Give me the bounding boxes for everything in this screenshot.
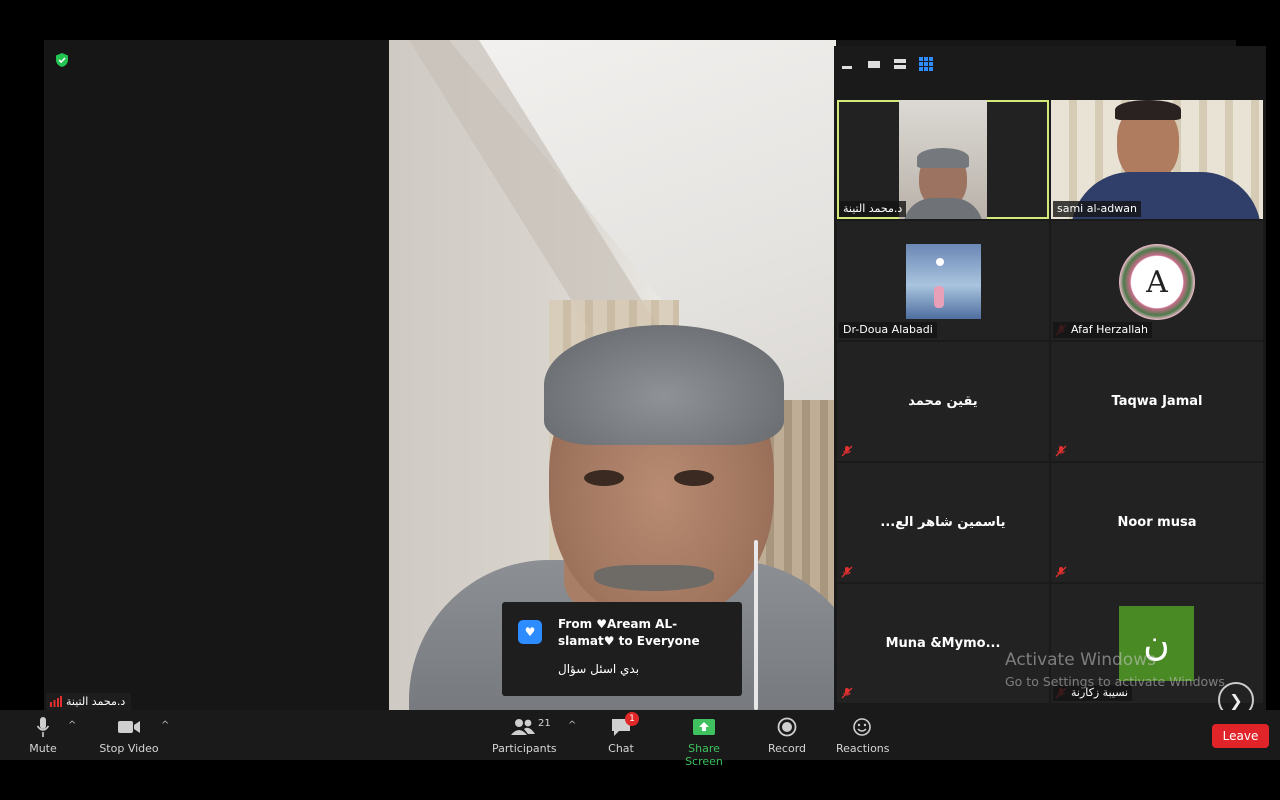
participant-tile[interactable]: ...ياسمين شاهر الع: [837, 463, 1049, 582]
audio-options-caret[interactable]: ^: [68, 720, 76, 731]
minimize-icon[interactable]: [840, 56, 856, 70]
share-screen-label: Share Screen: [685, 742, 723, 768]
reactions-icon: [853, 718, 871, 736]
audio-level-icon: [50, 696, 62, 707]
microphone-icon: [36, 717, 50, 737]
stop-video-button[interactable]: Stop Video: [98, 716, 160, 755]
participant-tile[interactable]: A Afaf Herzallah: [1051, 221, 1263, 340]
reactions-label: Reactions: [836, 742, 890, 755]
participants-label: Participants: [492, 742, 557, 755]
participant-name: Dr-Doua Alabadi: [839, 322, 937, 338]
participant-name: sami al-adwan: [1053, 201, 1141, 217]
mute-button[interactable]: Mute: [22, 716, 64, 755]
share-screen-icon: [693, 719, 715, 735]
record-button[interactable]: Record: [768, 716, 806, 755]
gallery-panel: د.محمد التينة sami al-adwan Dr-Doua Alab…: [834, 46, 1266, 734]
chat-notification[interactable]: ♥ From ♥Aream AL-slamat♥ to Everyone بدي…: [502, 602, 742, 696]
participant-display-name: Taqwa Jamal: [1111, 394, 1203, 409]
shield-icon[interactable]: [54, 52, 70, 68]
participants-count: 21: [538, 718, 551, 729]
stop-video-label: Stop Video: [99, 742, 159, 755]
record-label: Record: [768, 742, 807, 755]
mic-muted-icon: [841, 687, 853, 699]
participant-tile[interactable]: sami al-adwan: [1051, 100, 1263, 219]
meeting-toolbar: Mute ^ Stop Video ^ Participants 21 ^ Ch…: [0, 710, 1280, 768]
participant-display-name: يقين محمد: [908, 394, 978, 409]
participant-tile[interactable]: يقين محمد: [837, 342, 1049, 461]
chat-sender: From ♥Aream AL-slamat♥ to Everyone: [558, 617, 700, 648]
chevron-right-icon: ❯: [1229, 690, 1243, 710]
active-speaker-label: د.محمد التينة: [46, 693, 132, 710]
participants-icon: [511, 719, 535, 735]
active-speaker-name: د.محمد التينة: [66, 695, 126, 708]
video-options-caret[interactable]: ^: [161, 720, 169, 731]
reactions-button[interactable]: Reactions: [836, 716, 890, 755]
chat-unread-badge: 1: [625, 712, 639, 726]
participant-display-name: ...ياسمين شاهر الع: [880, 515, 1006, 530]
leave-button[interactable]: Leave: [1212, 724, 1269, 748]
participant-name: Afaf Herzallah: [1053, 322, 1153, 338]
participant-tile[interactable]: د.محمد التينة: [837, 100, 1049, 219]
share-screen-button[interactable]: Share Screen: [668, 716, 740, 768]
record-icon: [777, 717, 797, 737]
participant-tile[interactable]: Taqwa Jamal: [1051, 342, 1263, 461]
mute-label: Mute: [29, 742, 57, 755]
mic-muted-icon: [841, 566, 853, 578]
chat-label: Chat: [608, 742, 634, 755]
grid-view-icon[interactable]: [918, 56, 934, 71]
chat-message: بدي اسئل سؤال: [558, 662, 640, 676]
participant-display-name: Noor musa: [1117, 515, 1197, 530]
watermark-title: Activate Windows: [1005, 650, 1156, 670]
video-camera-icon: [118, 721, 140, 733]
participant-video: [899, 100, 987, 219]
profile-picture: A: [1119, 244, 1195, 320]
participant-display-name: Muna &Mymo...: [885, 636, 1001, 651]
view-switcher: [840, 54, 934, 72]
activate-windows-watermark: Activate Windows Go to Settings to activ…: [1005, 650, 1229, 689]
participant-tile[interactable]: Dr-Doua Alabadi: [837, 221, 1049, 340]
mic-muted-icon: [841, 445, 853, 457]
participants-options-caret[interactable]: ^: [568, 720, 576, 731]
avatar-letter: A: [1146, 264, 1168, 300]
heart-icon: ♥: [518, 620, 542, 644]
mic-muted-icon: [1055, 445, 1067, 457]
two-row-icon[interactable]: [892, 56, 908, 70]
mic-muted-icon: [1055, 566, 1067, 578]
participant-name: د.محمد التينة: [839, 201, 907, 217]
single-row-icon[interactable]: [866, 56, 882, 70]
watermark-subtitle: Go to Settings to activate Windows.: [1005, 674, 1229, 689]
profile-picture: [906, 244, 981, 319]
participant-tile[interactable]: Noor musa: [1051, 463, 1263, 582]
